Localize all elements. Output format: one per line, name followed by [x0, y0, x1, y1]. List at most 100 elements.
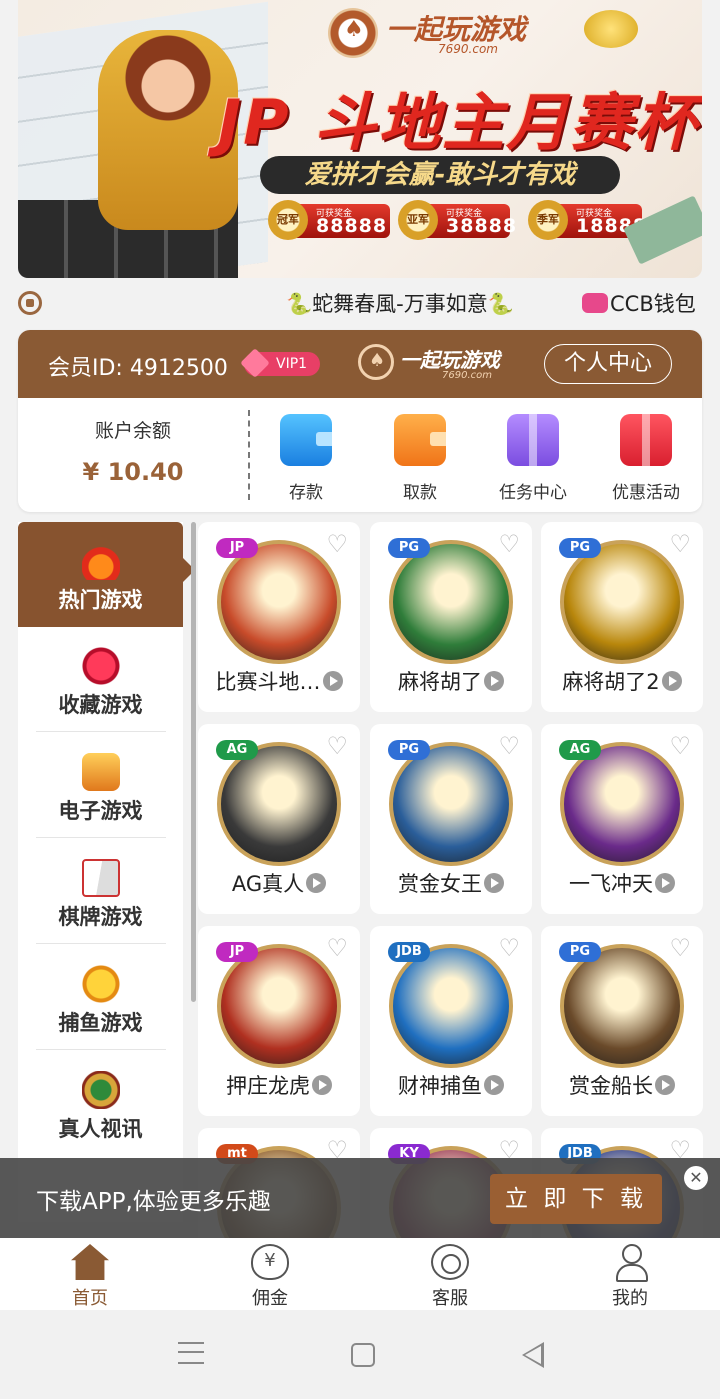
prize-amount: 88888 [316, 215, 388, 237]
favorite-heart-icon[interactable]: ♡ [669, 532, 691, 556]
category-sidebar: 热门游戏 收藏游戏 电子游戏 棋牌游戏 捕鱼游戏 真人视讯 [18, 522, 183, 1222]
close-icon[interactable]: ✕ [684, 1166, 708, 1190]
medal-icon: 冠军 [268, 200, 308, 240]
game-thumbnail [389, 540, 513, 664]
game-card[interactable]: JP ♡ 押庄龙虎 [198, 926, 360, 1116]
banner-slogan: 爱拼才会赢-敢斗才有戏 [260, 156, 620, 194]
headset-icon [431, 1244, 469, 1280]
game-name: AG真人 [198, 868, 360, 898]
game-name-text: 麻将胡了2 [562, 670, 660, 694]
provider-badge: JDB [388, 942, 430, 962]
member-header: 会员ID: 4912500 VIP1 一起玩游戏 7690.com 个人中心 [18, 330, 702, 398]
provider-badge: AG [216, 740, 258, 760]
play-icon[interactable] [484, 1075, 504, 1095]
mascot-art [98, 30, 238, 230]
game-thumbnail [217, 742, 341, 866]
gift-purple-icon [507, 414, 559, 466]
banner-brand-sub: 7690.com [438, 42, 498, 56]
favorite-heart-icon[interactable]: ♡ [326, 532, 348, 556]
wallet-orange-icon [394, 414, 446, 466]
cards-icon [82, 859, 120, 897]
announcement-text: 🐍蛇舞春風-万事如意🐍 [286, 292, 514, 316]
favorite-heart-icon[interactable]: ♡ [498, 734, 520, 758]
deposit-button[interactable]: 存款 [256, 414, 356, 503]
play-icon[interactable] [484, 873, 504, 893]
home-square-icon[interactable] [351, 1343, 375, 1367]
download-now-button[interactable]: 立 即 下 载 [490, 1174, 662, 1224]
game-card[interactable]: AG ♡ AG真人 [198, 724, 360, 914]
nav-label: 我的 [612, 1288, 648, 1309]
download-app-text: 下载APP,体验更多乐趣 [36, 1189, 271, 1215]
favorite-heart-icon[interactable]: ♡ [498, 532, 520, 556]
nav-home[interactable]: 首页 [30, 1244, 150, 1310]
brand-logo-icon [328, 8, 378, 58]
profile-center-button[interactable]: 个人中心 [544, 344, 672, 384]
slot-machine-icon [82, 753, 120, 791]
favorite-heart-icon[interactable]: ♡ [326, 734, 348, 758]
speaker-icon [18, 291, 42, 315]
play-icon[interactable] [655, 873, 675, 893]
game-card[interactable]: JDB ♡ 财神捕鱼 [370, 926, 532, 1116]
game-card[interactable]: AG ♡ 一飞冲天 [541, 724, 703, 914]
medal-icon: 亚军 [398, 200, 438, 240]
favorite-heart-icon[interactable]: ♡ [498, 936, 520, 960]
promotions-button[interactable]: 优惠活动 [596, 414, 696, 503]
category-card-games[interactable]: 棋牌游戏 [18, 839, 183, 944]
withdraw-button[interactable]: 取款 [370, 414, 470, 503]
member-card: 会员ID: 4912500 VIP1 一起玩游戏 7690.com 个人中心 账… [18, 330, 702, 512]
play-icon[interactable] [484, 671, 504, 691]
wallet-icon [582, 293, 608, 313]
game-name-text: AG真人 [231, 872, 305, 896]
provider-badge: PG [388, 538, 430, 558]
game-card[interactable]: PG ♡ 麻将胡了2 [541, 522, 703, 712]
game-name: 押庄龙虎 [198, 1070, 360, 1100]
game-name: 麻将胡了 [370, 666, 532, 696]
game-card[interactable]: JP ♡ 比赛斗地… [198, 522, 360, 712]
game-name-text: 财神捕鱼 [398, 1074, 482, 1098]
favorite-heart-icon[interactable]: ♡ [669, 734, 691, 758]
gift-red-icon [620, 414, 672, 466]
system-nav-bar [0, 1310, 720, 1399]
play-icon[interactable] [661, 671, 682, 691]
balance-label: 账户余额 [94, 420, 171, 442]
favorite-heart-icon[interactable]: ♡ [326, 936, 348, 960]
task-center-button[interactable]: 任务中心 [483, 414, 583, 503]
game-name-text: 赏金船长 [569, 1074, 653, 1098]
game-thumbnail [560, 742, 684, 866]
game-card[interactable]: PG ♡ 赏金船长 [541, 926, 703, 1116]
nav-customer-service[interactable]: 客服 [390, 1244, 510, 1310]
category-fishing[interactable]: 捕鱼游戏 [18, 945, 183, 1050]
wallet-label[interactable]: CCB钱包 [610, 288, 696, 318]
game-name: 比赛斗地… [198, 666, 360, 696]
category-label: 棋牌游戏 [58, 905, 143, 929]
sidebar-scrollbar[interactable] [191, 522, 196, 1002]
game-name-text: 比赛斗地… [215, 670, 321, 694]
game-card[interactable]: PG ♡ 麻将胡了 [370, 522, 532, 712]
balance-value: ¥ 10.40 [82, 458, 184, 486]
deposit-label: 存款 [289, 483, 323, 503]
play-icon[interactable] [306, 873, 327, 893]
member-id: 会员ID: 4912500 [48, 356, 228, 381]
category-hot[interactable]: 热门游戏 [18, 522, 183, 627]
menu-icon[interactable] [178, 1342, 204, 1364]
play-icon[interactable] [312, 1075, 332, 1095]
game-thumbnail [389, 944, 513, 1068]
category-live[interactable]: 真人视讯 [18, 1051, 183, 1156]
play-icon[interactable] [322, 671, 343, 691]
favorite-heart-icon[interactable]: ♡ [669, 936, 691, 960]
category-favorites[interactable]: 收藏游戏 [18, 627, 183, 732]
nav-mine[interactable]: 我的 [570, 1244, 690, 1310]
nav-commission[interactable]: 佣金 [210, 1244, 330, 1310]
nav-label: 佣金 [252, 1288, 288, 1309]
user-icon [611, 1244, 649, 1282]
play-icon[interactable] [655, 1075, 675, 1095]
back-icon[interactable] [522, 1342, 544, 1368]
category-label: 收藏游戏 [58, 693, 143, 717]
game-card[interactable]: PG ♡ 赏金女王 [370, 724, 532, 914]
announcement-bar[interactable]: 🐍蛇舞春風-万事如意🐍 CCB钱包 [18, 283, 702, 323]
prize-second: 亚军 可获奖金 38888 [398, 200, 516, 240]
promo-banner[interactable]: 一起玩游戏 7690.com JP 斗地主月赛杯 爱拼才会赢-敢斗才有戏 冠军 … [18, 0, 702, 278]
member-brand-sub: 7690.com [442, 370, 492, 381]
category-slots[interactable]: 电子游戏 [18, 733, 183, 838]
game-thumbnail [217, 540, 341, 664]
